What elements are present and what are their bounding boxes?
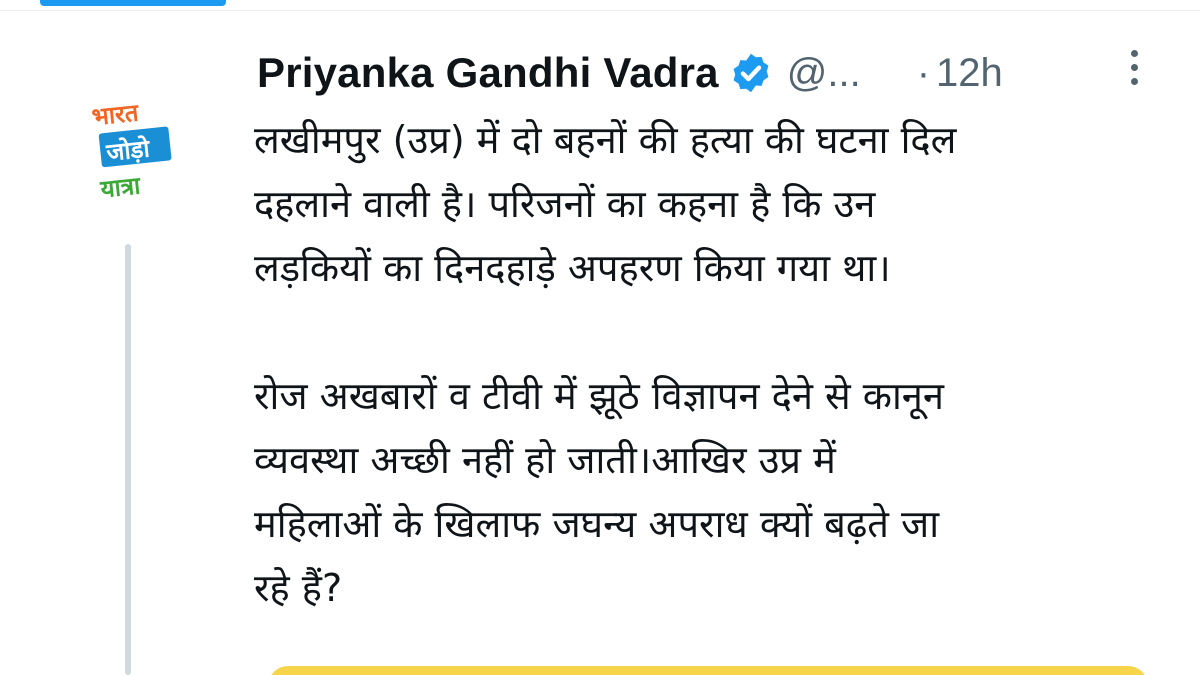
tweet-line: लखीमपुर (उप्र) में दो बहनों की हत्या की … (254, 118, 957, 162)
logo-text-jodo: जोड़ो (104, 134, 152, 167)
tweet-timestamp[interactable]: 12h (936, 51, 1003, 96)
tweet-line: रोज अखबारों व टीवी में झूठे विज्ञापन देन… (254, 374, 944, 418)
tweet-paragraph: लखीमपुर (उप्र) में दो बहनों की हत्या की … (254, 108, 1164, 300)
avatar[interactable]: भारत जोड़ो यात्रा (74, 86, 186, 204)
tweet-header: Priyanka Gandhi Vadra @... · 12h (257, 42, 1157, 104)
header-separator: · (916, 50, 931, 95)
bharat-jodo-yatra-logo: भारत जोड़ो यात्रा (91, 98, 172, 204)
tweet-line: लड़कियों का दिनदहाड़े अपहरण किया गया था। (254, 246, 891, 290)
more-options-icon[interactable] (1122, 50, 1146, 98)
author-handle[interactable]: @... (787, 51, 861, 96)
author-display-name[interactable]: Priyanka Gandhi Vadra (257, 49, 719, 97)
thread-connector-line (125, 244, 131, 675)
top-divider (0, 0, 1200, 11)
logo-text-bharat: भारत (91, 98, 142, 131)
attached-media-card[interactable] (268, 666, 1148, 675)
active-tab-indicator[interactable] (40, 0, 226, 6)
verified-badge-icon (733, 53, 769, 93)
tweet-text: लखीमपुर (उप्र) में दो बहनों की हत्या की … (254, 108, 1164, 620)
tweet-line: रहे हैं? (254, 566, 343, 610)
tweet-page: भारत जोड़ो यात्रा Priyanka Gandhi Vadra … (0, 0, 1200, 675)
tweet-paragraph: रोज अखबारों व टीवी में झूठे विज्ञापन देन… (254, 364, 1164, 620)
tweet-line: महिलाओं के खिलाफ जघन्य अपराध क्यों बढ़ते… (254, 502, 940, 546)
tweet-line: दहलाने वाली है। परिजनों का कहना है कि उन (254, 182, 876, 226)
tweet-line: व्यवस्था अच्छी नहीं हो जाती।आखिर उप्र मे… (254, 438, 836, 482)
logo-text-yatra: यात्रा (98, 171, 142, 203)
